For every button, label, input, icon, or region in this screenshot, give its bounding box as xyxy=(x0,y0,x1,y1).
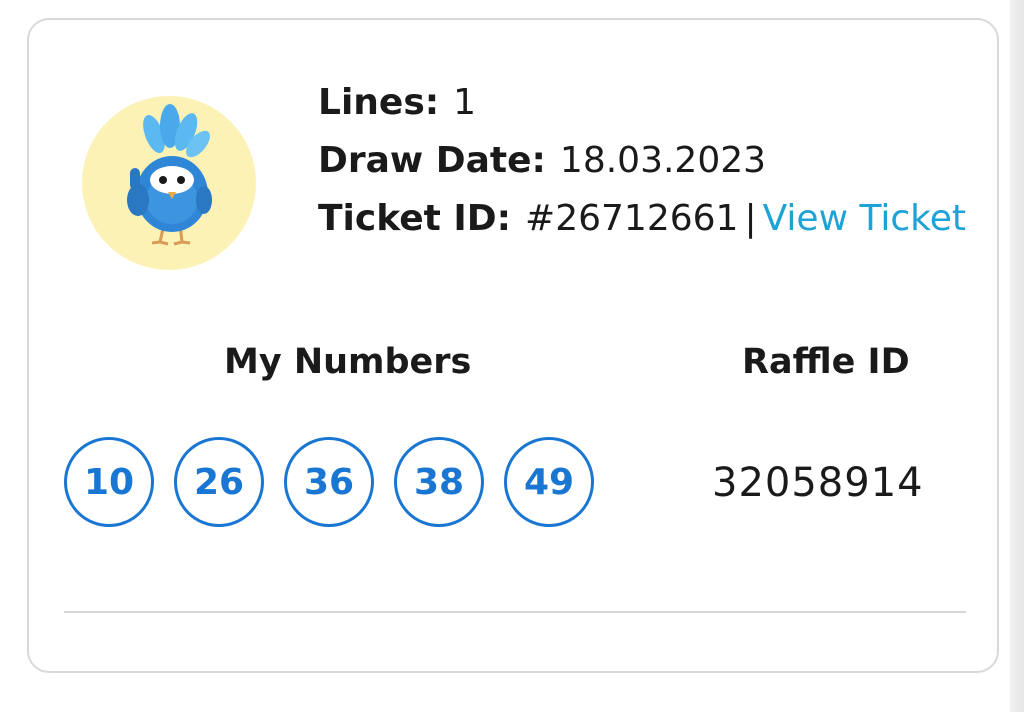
number-ball: 36 xyxy=(284,437,374,527)
number-ball: 49 xyxy=(504,437,594,527)
number-ball: 38 xyxy=(394,437,484,527)
draw-date-label: Draw Date: xyxy=(318,140,546,181)
lines-value: 1 xyxy=(453,82,477,123)
draw-date-value: 18.03.2023 xyxy=(559,140,767,181)
lines-label: Lines: xyxy=(318,82,440,123)
number-ball: 10 xyxy=(64,437,154,527)
ticket-id-row: Ticket ID: #26712661 | View Ticket xyxy=(318,194,966,252)
draw-date-row: Draw Date: 18.03.2023 xyxy=(318,136,966,194)
ticket-id-value: #26712661 xyxy=(525,198,739,239)
ticket-separator: | xyxy=(744,198,757,239)
raffle-id-value: 32058914 xyxy=(712,460,924,506)
view-ticket-link[interactable]: View Ticket xyxy=(763,198,966,239)
my-numbers-title: My Numbers xyxy=(224,342,472,382)
lines-row: Lines: 1 xyxy=(318,78,966,136)
ticket-info: Lines: 1 Draw Date: 18.03.2023 Ticket ID: #… xyxy=(318,78,966,252)
ticket-id-label: Ticket ID: xyxy=(318,198,512,239)
raffle-id-title: Raffle ID xyxy=(742,342,910,382)
mascot-bird-icon xyxy=(127,104,212,246)
card-divider xyxy=(64,611,966,613)
scroll-edge xyxy=(1010,0,1024,712)
number-ball: 26 xyxy=(174,437,264,527)
mascot-avatar xyxy=(82,96,256,270)
